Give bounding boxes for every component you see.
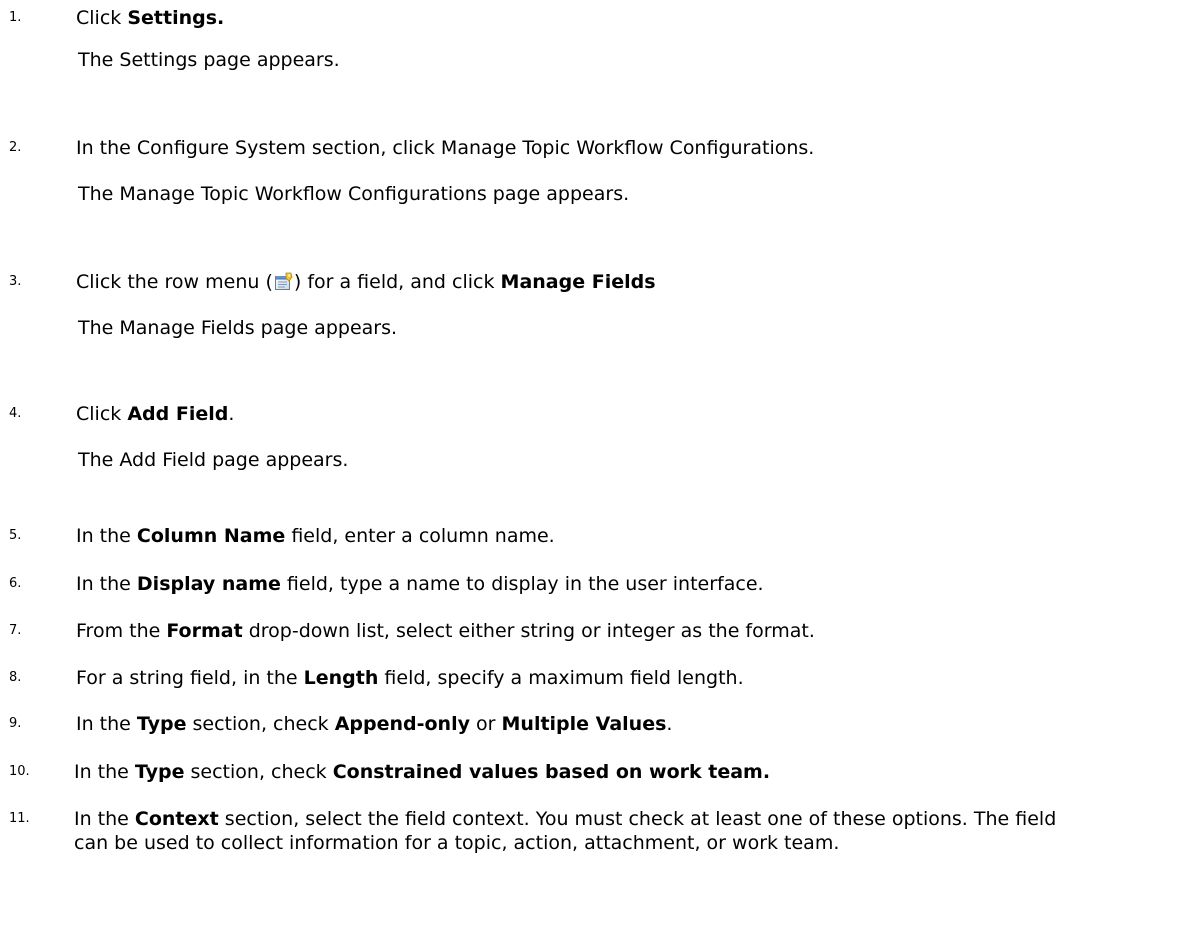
step-instruction: In the Column Name field, enter a column…: [76, 525, 555, 547]
step-number: 4.: [9, 406, 22, 421]
step-result: The Manage Topic Workflow Configurations…: [78, 183, 630, 205]
step-number: 9.: [9, 716, 22, 731]
step-number: 7.: [9, 623, 22, 638]
step-result: The Manage Fields page appears.: [78, 317, 398, 339]
step-instruction: In the Context section, select the field…: [74, 808, 1057, 854]
step-instruction: In the Display name field, type a name t…: [76, 573, 764, 595]
step-instruction: In the Configure System section, click M…: [76, 137, 815, 159]
step-number: 11.: [9, 811, 30, 826]
step-instruction: Click Settings.: [76, 7, 225, 29]
step-instruction: Click the row menu ( ) for a field, and …: [76, 271, 656, 293]
row-menu-icon: [274, 272, 293, 291]
step-instruction: In the Type section, check Append-only o…: [76, 713, 673, 735]
step-number: 5.: [9, 528, 22, 543]
step-instruction: For a string field, in the Length field,…: [76, 667, 744, 689]
step-result: The Add Field page appears.: [78, 449, 349, 471]
step-number: 8.: [9, 670, 22, 685]
step-instruction: In the Type section, check Constrained v…: [74, 761, 771, 783]
step-number: 3.: [9, 274, 22, 289]
step-number: 10.: [9, 764, 30, 779]
step-result: The Settings page appears.: [78, 49, 340, 71]
step-instruction: Click Add Field.: [76, 403, 235, 425]
step-number: 2.: [9, 140, 22, 155]
step-number: 1.: [9, 10, 22, 25]
step-number: 6.: [9, 576, 22, 591]
step-instruction: From the Format drop-down list, select e…: [76, 620, 815, 642]
